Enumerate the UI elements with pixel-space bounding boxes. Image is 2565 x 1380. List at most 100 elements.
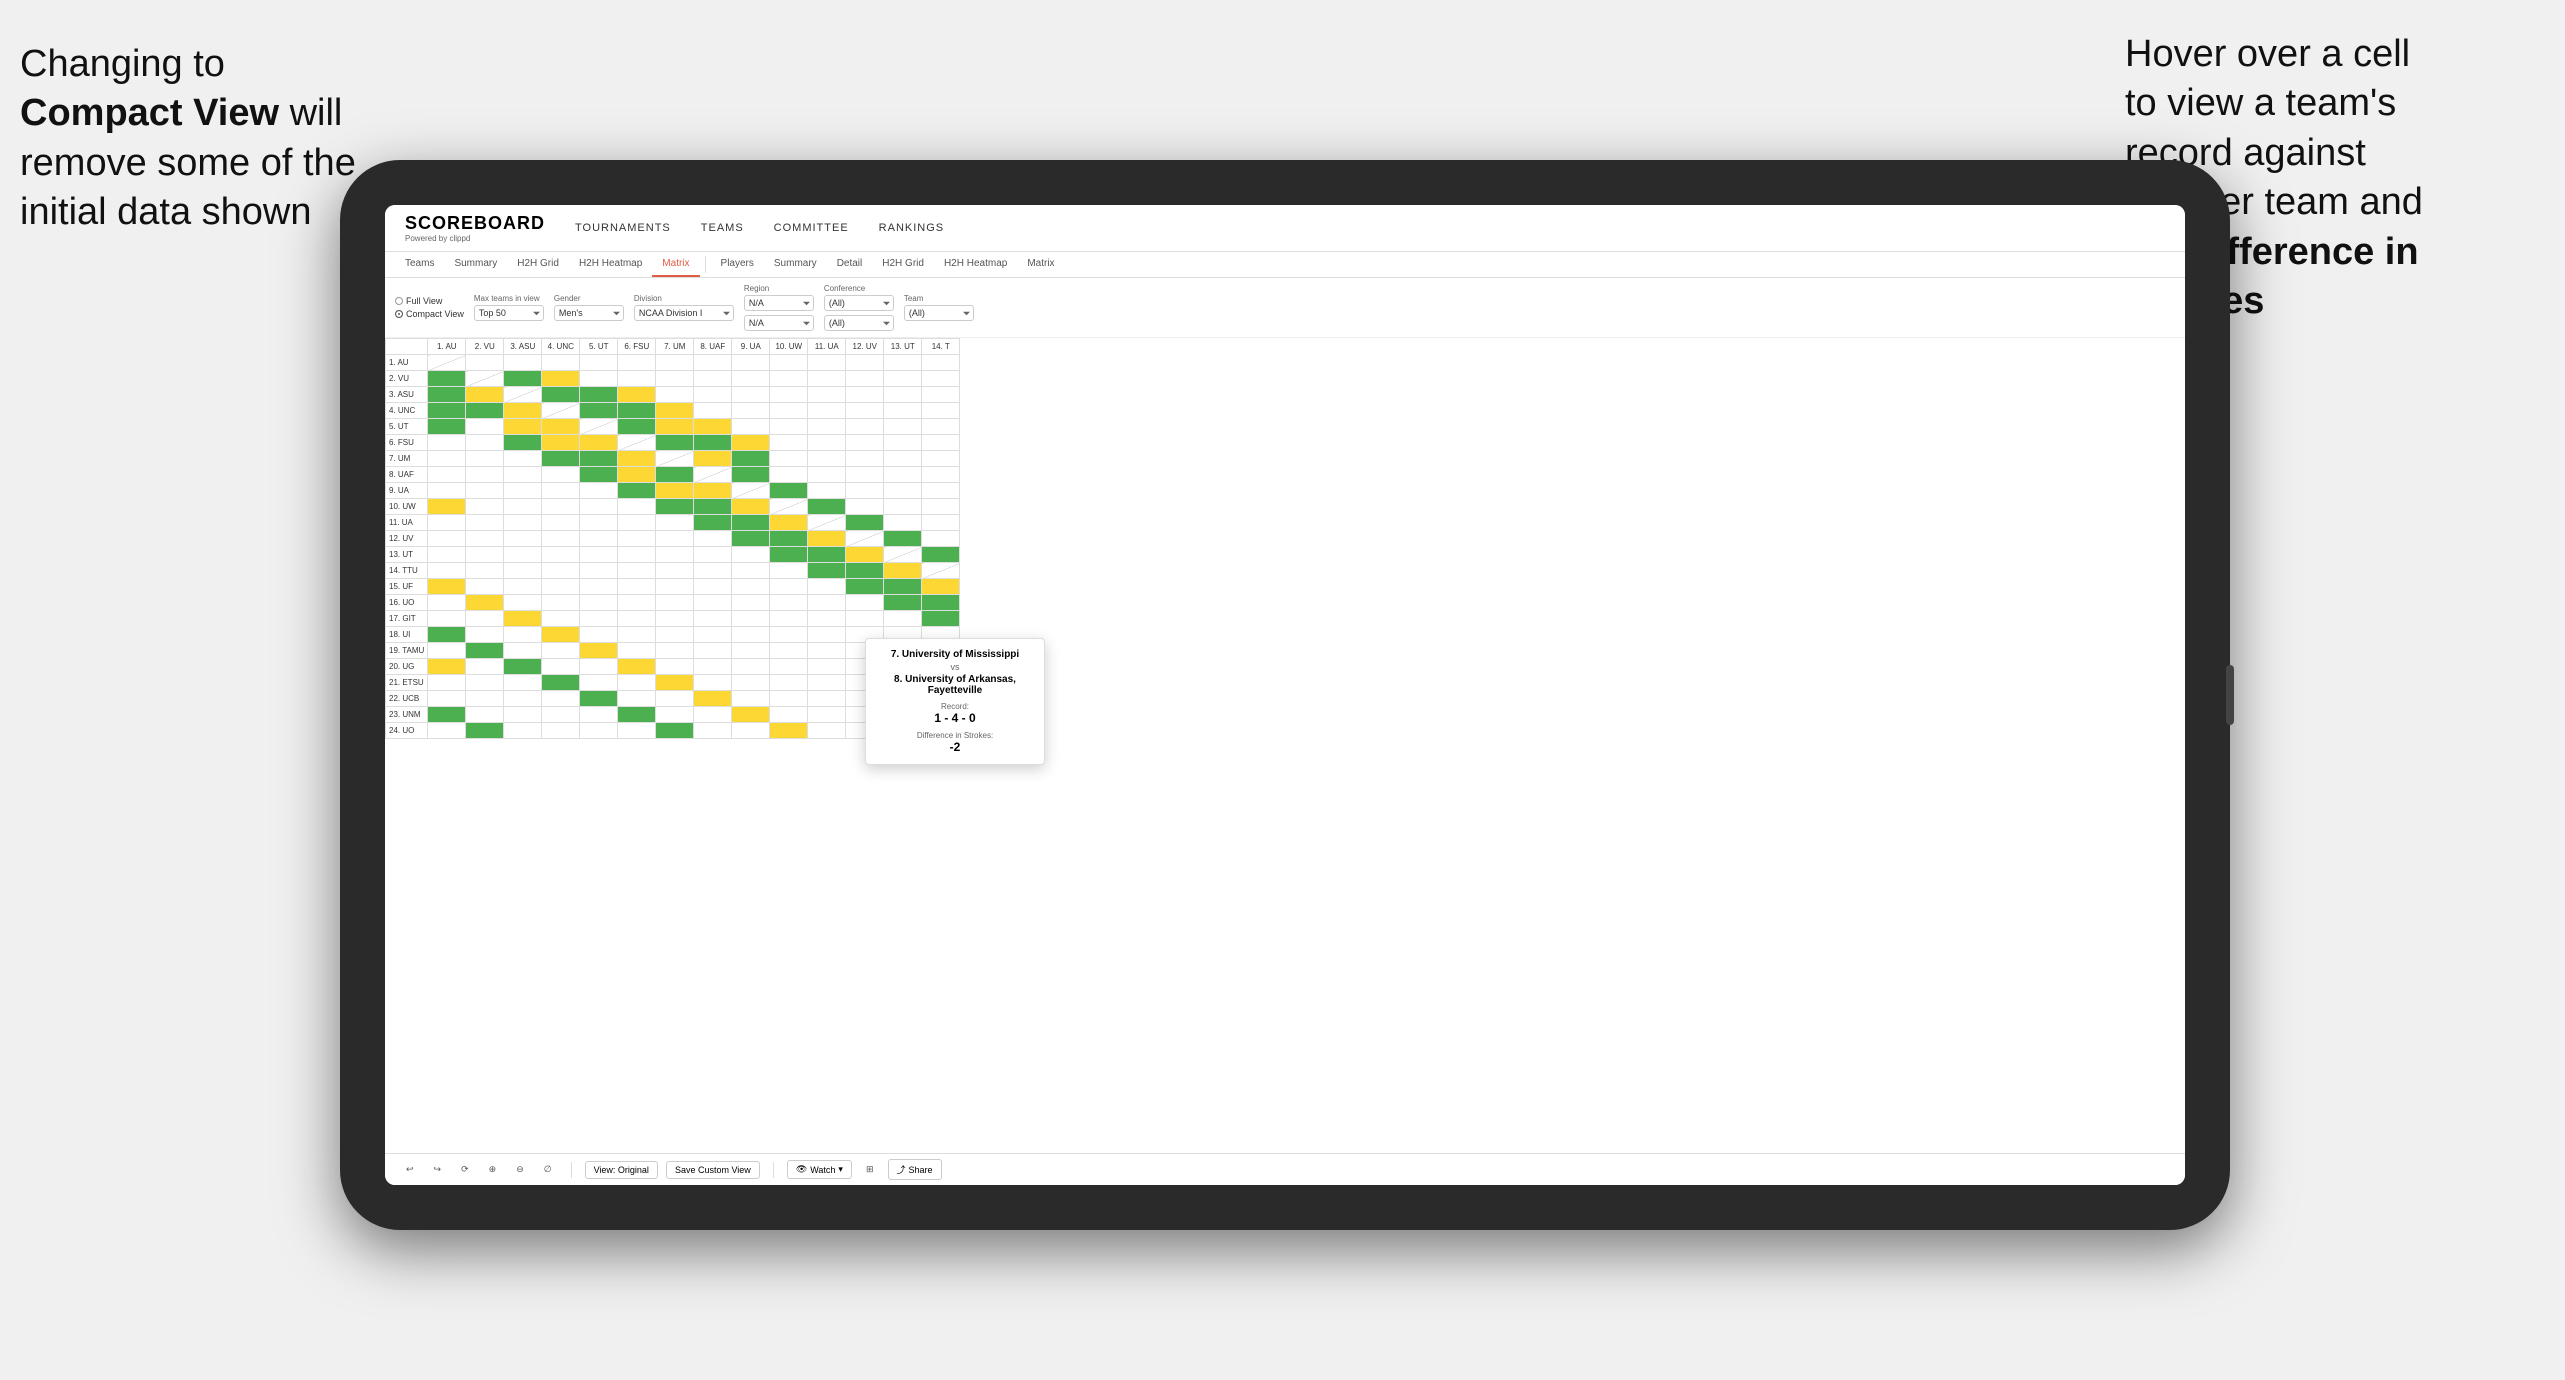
matrix-cell[interactable]: [808, 467, 846, 483]
tab-summary2[interactable]: Summary: [764, 252, 827, 277]
nav-rankings[interactable]: RANKINGS: [879, 218, 944, 238]
matrix-cell[interactable]: [808, 499, 846, 515]
share-icon-button[interactable]: ⊞: [860, 1161, 880, 1178]
matrix-cell[interactable]: [770, 675, 808, 691]
matrix-cell[interactable]: [846, 419, 884, 435]
matrix-cell[interactable]: [846, 515, 884, 531]
matrix-cell[interactable]: [694, 595, 732, 611]
matrix-cell[interactable]: [656, 435, 694, 451]
matrix-cell[interactable]: [884, 371, 922, 387]
matrix-cell[interactable]: [618, 531, 656, 547]
region-select1[interactable]: N/A: [744, 295, 814, 311]
matrix-cell[interactable]: [428, 563, 466, 579]
matrix-cell[interactable]: [770, 691, 808, 707]
matrix-cell[interactable]: [922, 387, 960, 403]
matrix-cell[interactable]: [428, 515, 466, 531]
matrix-cell[interactable]: [504, 419, 542, 435]
matrix-cell[interactable]: [504, 355, 542, 371]
reset-button[interactable]: ∅: [538, 1161, 558, 1178]
matrix-cell[interactable]: [428, 707, 466, 723]
matrix-cell[interactable]: [618, 419, 656, 435]
matrix-cell[interactable]: [732, 467, 770, 483]
matrix-cell[interactable]: [618, 723, 656, 739]
nav-committee[interactable]: COMMITTEE: [774, 218, 849, 238]
matrix-cell[interactable]: [618, 627, 656, 643]
matrix-cell[interactable]: [732, 643, 770, 659]
matrix-cell[interactable]: [808, 675, 846, 691]
matrix-cell[interactable]: [504, 611, 542, 627]
matrix-cell[interactable]: [846, 563, 884, 579]
tab-detail[interactable]: Detail: [827, 252, 873, 277]
matrix-area[interactable]: 1. AU 2. VU 3. ASU 4. UNC 5. UT 6. FSU 7…: [385, 338, 2185, 1153]
matrix-cell[interactable]: [428, 595, 466, 611]
matrix-cell[interactable]: [466, 675, 504, 691]
matrix-cell[interactable]: [846, 435, 884, 451]
matrix-cell[interactable]: [504, 435, 542, 451]
zoom-out-button[interactable]: ⊖: [510, 1161, 530, 1178]
matrix-cell[interactable]: [466, 659, 504, 675]
matrix-cell[interactable]: [580, 515, 618, 531]
matrix-cell[interactable]: [618, 355, 656, 371]
matrix-cell[interactable]: [428, 451, 466, 467]
matrix-cell[interactable]: [694, 643, 732, 659]
matrix-cell[interactable]: [770, 659, 808, 675]
matrix-cell[interactable]: [618, 371, 656, 387]
matrix-cell[interactable]: [466, 499, 504, 515]
matrix-cell[interactable]: [656, 579, 694, 595]
matrix-cell[interactable]: [542, 419, 580, 435]
matrix-cell[interactable]: [770, 611, 808, 627]
matrix-cell[interactable]: [466, 547, 504, 563]
matrix-cell[interactable]: [504, 547, 542, 563]
matrix-cell[interactable]: [694, 499, 732, 515]
matrix-cell[interactable]: [542, 659, 580, 675]
matrix-cell[interactable]: [428, 627, 466, 643]
matrix-cell[interactable]: [656, 547, 694, 563]
matrix-cell[interactable]: [922, 499, 960, 515]
matrix-cell[interactable]: [542, 435, 580, 451]
matrix-cell[interactable]: [428, 675, 466, 691]
matrix-cell[interactable]: [466, 483, 504, 499]
matrix-cell[interactable]: [656, 531, 694, 547]
matrix-cell[interactable]: [542, 675, 580, 691]
matrix-cell[interactable]: [542, 467, 580, 483]
matrix-cell[interactable]: [542, 611, 580, 627]
matrix-cell[interactable]: [656, 355, 694, 371]
matrix-cell[interactable]: [542, 387, 580, 403]
matrix-cell[interactable]: [656, 371, 694, 387]
matrix-cell[interactable]: [922, 547, 960, 563]
matrix-cell[interactable]: [694, 707, 732, 723]
matrix-cell[interactable]: [808, 723, 846, 739]
matrix-cell[interactable]: [428, 435, 466, 451]
tab-matrix1[interactable]: Matrix: [652, 252, 699, 277]
matrix-cell[interactable]: [884, 515, 922, 531]
matrix-cell[interactable]: [580, 675, 618, 691]
matrix-cell[interactable]: [618, 499, 656, 515]
matrix-cell[interactable]: [694, 531, 732, 547]
matrix-cell[interactable]: [656, 611, 694, 627]
matrix-cell[interactable]: [428, 355, 466, 371]
matrix-cell[interactable]: [504, 723, 542, 739]
matrix-cell[interactable]: [580, 451, 618, 467]
matrix-cell[interactable]: [542, 499, 580, 515]
matrix-cell[interactable]: [694, 611, 732, 627]
matrix-cell[interactable]: [694, 371, 732, 387]
matrix-cell[interactable]: [580, 435, 618, 451]
matrix-cell[interactable]: [884, 499, 922, 515]
matrix-cell[interactable]: [656, 451, 694, 467]
matrix-cell[interactable]: [656, 387, 694, 403]
matrix-cell[interactable]: [428, 611, 466, 627]
matrix-cell[interactable]: [846, 579, 884, 595]
matrix-cell[interactable]: [504, 531, 542, 547]
matrix-cell[interactable]: [466, 643, 504, 659]
matrix-cell[interactable]: [618, 611, 656, 627]
matrix-cell[interactable]: [618, 659, 656, 675]
matrix-cell[interactable]: [846, 611, 884, 627]
matrix-cell[interactable]: [922, 595, 960, 611]
matrix-cell[interactable]: [808, 707, 846, 723]
matrix-cell[interactable]: [580, 723, 618, 739]
tab-players[interactable]: Players: [711, 252, 764, 277]
matrix-cell[interactable]: [884, 451, 922, 467]
matrix-cell[interactable]: [542, 371, 580, 387]
matrix-cell[interactable]: [846, 499, 884, 515]
compact-view-radio[interactable]: Compact View: [395, 309, 464, 319]
